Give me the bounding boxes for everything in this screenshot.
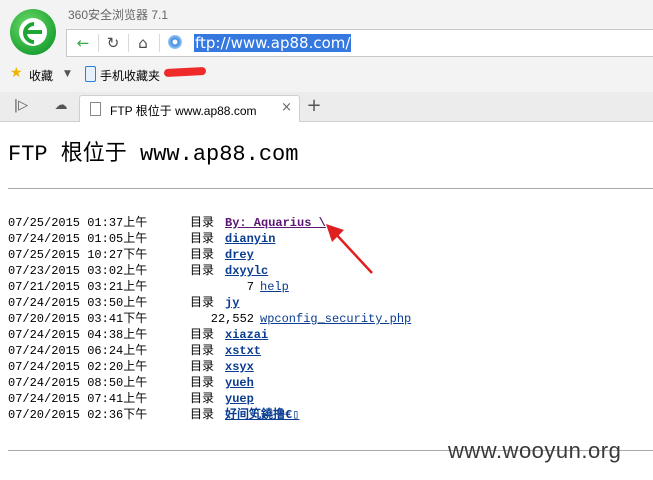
close-icon[interactable]: ×	[281, 100, 292, 115]
entry-type: 目录	[190, 360, 215, 374]
entry-type: 目录	[190, 296, 215, 310]
browser-toolbar: 360安全浏览器 7.1 ← ↻ ⌂ ftp://www.ap88.com/ ★…	[0, 0, 653, 92]
entry-type: 目录	[190, 216, 215, 230]
directory-link[interactable]: 好间笂鐃撸€▯	[225, 407, 299, 423]
directory-link[interactable]: yuep	[225, 391, 254, 407]
refresh-button[interactable]: ↻	[99, 30, 127, 56]
directory-link[interactable]: xstxt	[225, 343, 261, 359]
entry-date: 07/24/2015 01:05上午	[8, 232, 148, 246]
entry-type: 目录	[190, 248, 215, 262]
bookmark-bar: ★ 收藏 ▼ 手机收藏夹	[0, 62, 653, 86]
entry-date: 07/24/2015 08:50上午	[8, 376, 148, 390]
directory-link[interactable]: jy	[225, 295, 239, 311]
entry-date: 07/20/2015 02:36下午	[8, 408, 148, 422]
entry-date: 07/25/2015 01:37上午	[8, 216, 148, 230]
entry-size: 7	[246, 280, 254, 294]
back-arrow-icon: ←	[76, 34, 90, 52]
entry-type: 目录	[190, 232, 215, 246]
entry-date: 07/24/2015 04:38上午	[8, 328, 148, 342]
directory-link[interactable]: drey	[225, 247, 254, 263]
sidebar-toggle-button[interactable]: |▷	[8, 95, 34, 117]
chevron-down-icon[interactable]: ▼	[64, 69, 71, 79]
refresh-icon: ↻	[106, 34, 120, 52]
navigation-bar: ← ↻ ⌂ ftp://www.ap88.com/	[66, 29, 653, 57]
plus-icon: +	[306, 95, 322, 116]
mobile-favorites-link[interactable]: 手机收藏夹	[100, 67, 160, 84]
entry-date: 07/24/2015 02:20上午	[8, 360, 148, 374]
home-button[interactable]: ⌂	[129, 30, 157, 56]
entry-type: 目录	[190, 344, 215, 358]
favorites-menu[interactable]: 收藏	[29, 67, 53, 84]
entry-type: 目录	[190, 408, 215, 422]
page-icon	[90, 102, 101, 116]
entry-type: 目录	[190, 328, 215, 342]
back-button[interactable]: ←	[69, 30, 97, 56]
directory-link[interactable]: xsyx	[225, 359, 254, 375]
directory-link[interactable]: dianyin	[225, 231, 275, 247]
entry-type: 目录	[190, 376, 215, 390]
cloud-icon: ☁	[54, 98, 68, 113]
sidebar-toggle-icon: |▷	[13, 98, 29, 113]
app-title: 360安全浏览器 7.1	[68, 8, 169, 22]
home-icon: ⌂	[138, 34, 148, 52]
entry-date: 07/24/2015 03:50上午	[8, 296, 148, 310]
favorites-star-icon: ★	[10, 65, 23, 81]
site-info-icon[interactable]	[168, 35, 182, 49]
file-link[interactable]: wpconfig_security.php	[260, 311, 411, 327]
annotation-arrow	[326, 224, 373, 274]
divider-top	[8, 188, 653, 189]
entry-date: 07/24/2015 07:41上午	[8, 392, 148, 406]
directory-link[interactable]: By: Aquarius \	[225, 215, 326, 231]
entry-date: 07/24/2015 06:24上午	[8, 344, 148, 358]
entry-size: 22,552	[210, 312, 254, 326]
tab-title: FTP 根位于 www.ap88.com	[110, 104, 257, 118]
watermark: www.wooyun.org	[448, 438, 622, 463]
cloud-sync-button[interactable]: ☁	[48, 95, 74, 117]
tab-strip: |▷ ☁ FTP 根位于 www.ap88.com × +	[0, 92, 653, 122]
new-tab-button[interactable]: +	[303, 95, 325, 117]
mobile-phone-icon	[85, 66, 96, 82]
page-title: FTP 根位于 www.ap88.com	[8, 142, 299, 167]
browser-logo-icon	[10, 9, 56, 55]
entry-type: 目录	[190, 264, 215, 278]
directory-link[interactable]: dxyylc	[225, 263, 268, 279]
entry-type: 目录	[190, 392, 215, 406]
address-input[interactable]: ftp://www.ap88.com/	[194, 34, 352, 52]
file-link[interactable]: help	[260, 279, 289, 295]
tab-active[interactable]: FTP 根位于 www.ap88.com ×	[79, 95, 300, 122]
entry-date: 07/23/2015 03:02上午	[8, 264, 148, 278]
directory-link[interactable]: yueh	[225, 375, 254, 391]
divider	[159, 34, 160, 52]
directory-link[interactable]: xiazai	[225, 327, 268, 343]
entry-date: 07/25/2015 10:27下午	[8, 248, 148, 262]
